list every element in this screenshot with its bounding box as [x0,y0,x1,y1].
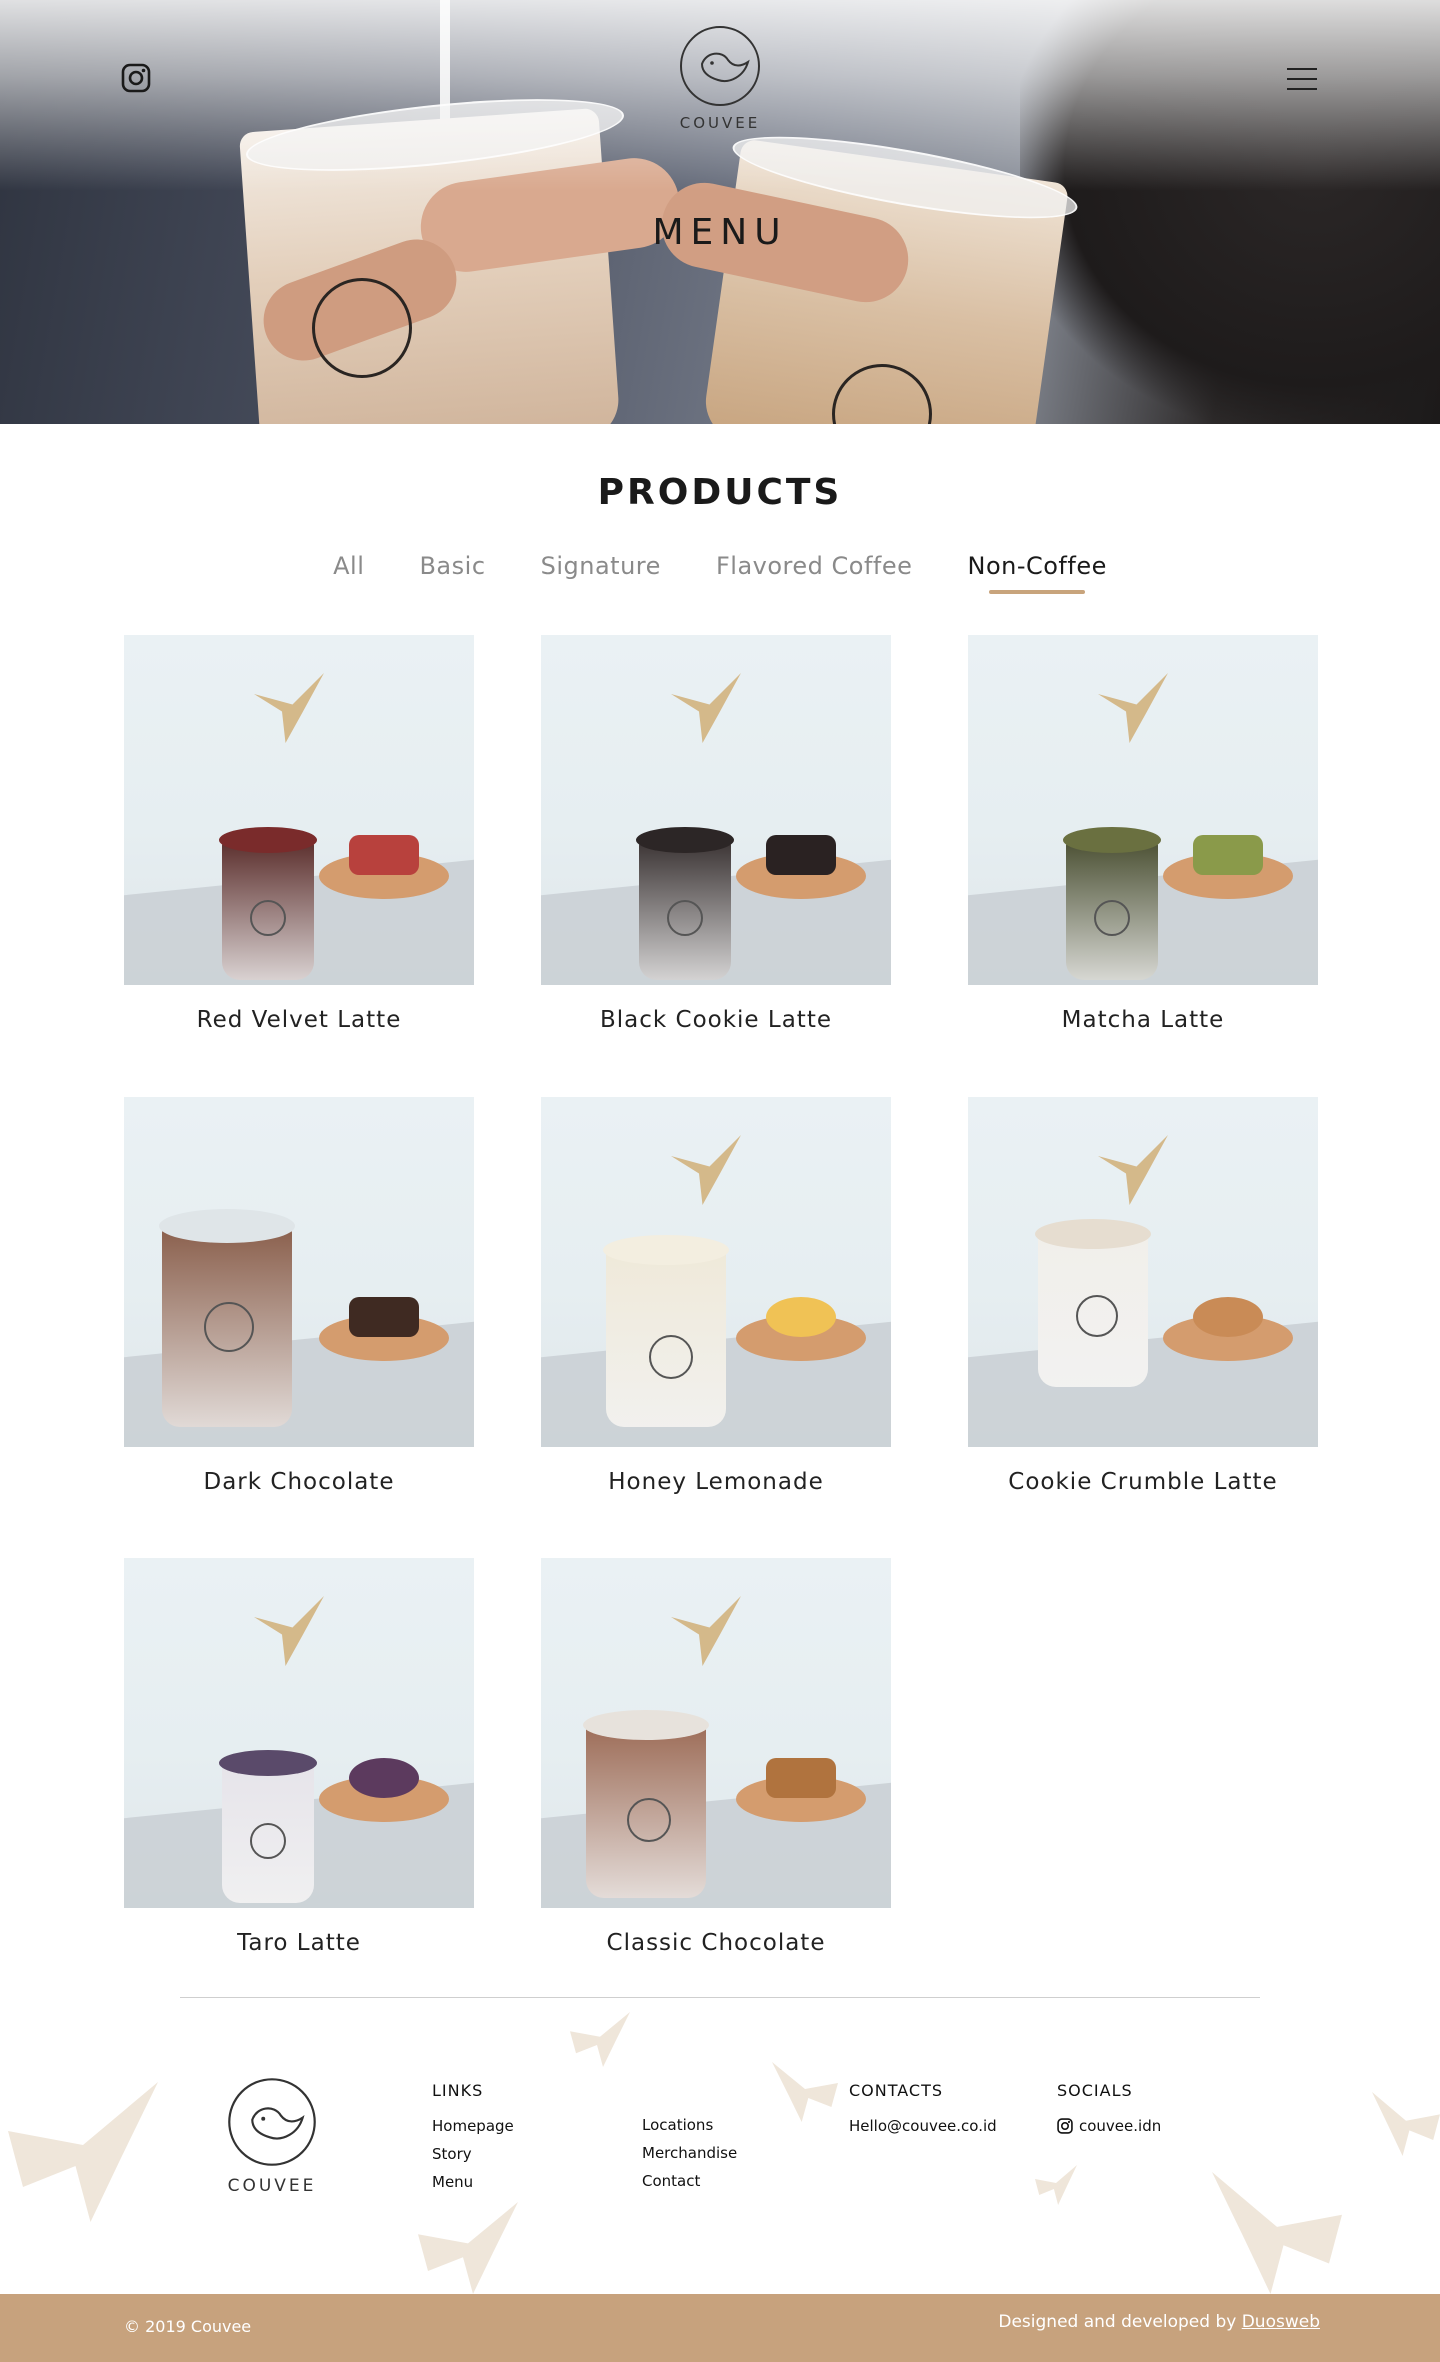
instagram-icon[interactable] [121,63,151,93]
product-card[interactable]: Red Velvet Latte [124,635,474,1033]
footer-link-contact[interactable]: Contact [642,2167,737,2195]
footer-wordmark: COUVEE [227,2176,317,2196]
instagram-icon [1057,2118,1073,2134]
tab-all[interactable]: All [333,552,364,580]
brand-wordmark: COUVEE [679,114,761,132]
origami-crane-decoration [8,2082,158,2222]
bird-logo-icon [228,2078,316,2166]
product-card[interactable]: Cookie Crumble Latte [968,1097,1318,1495]
product-name: Red Velvet Latte [196,1007,402,1033]
product-photo [541,1558,891,1908]
category-tabs: All Basic Signature Flavored Coffee Non-… [0,552,1440,594]
page-title: MENU [652,212,788,253]
product-photo [124,1558,474,1908]
product-photo [541,635,891,985]
footer-links-heading: LINKS [432,2081,484,2100]
tab-non-coffee[interactable]: Non-Coffee [967,552,1106,594]
product-card[interactable]: Classic Chocolate [541,1558,891,1956]
tab-signature[interactable]: Signature [541,552,661,580]
product-card[interactable]: Matcha Latte [968,635,1318,1033]
hero-banner: COUVEE MENU [0,0,1440,424]
origami-crane-decoration [418,2202,518,2294]
product-photo [968,635,1318,985]
hamburger-menu-icon[interactable] [1287,68,1317,90]
product-photo [968,1097,1318,1447]
footer-link-locations[interactable]: Locations [642,2111,737,2139]
product-name: Classic Chocolate [606,1930,826,1956]
product-photo [541,1097,891,1447]
footer-links-column: LINKS Homepage Story Menu [432,2081,514,2196]
footer-contacts-heading: CONTACTS [849,2081,944,2100]
footer-logo[interactable]: COUVEE [224,2076,320,2196]
credit-text: Designed and developed by Duosweb [998,2312,1320,2332]
product-photo [124,635,474,985]
product-name: Taro Latte [237,1930,361,1956]
products-heading: PRODUCTS [597,472,843,513]
footer-link-story[interactable]: Story [432,2140,514,2168]
credit-prefix: Designed and developed by [998,2312,1237,2332]
footer-socials-column: SOCIALS couvee.idn [1057,2081,1161,2140]
product-photo [124,1097,474,1447]
footer-bar: © 2019 Couvee Designed and developed by … [0,2294,1440,2362]
instagram-handle: couvee.idn [1079,2117,1162,2135]
footer-links-column-2: Locations Merchandise Contact [642,2111,737,2195]
origami-crane-decoration [1212,2172,1342,2294]
product-name: Cookie Crumble Latte [1008,1469,1278,1495]
copyright-text: © 2019 Couvee [124,2317,252,2336]
footer-socials-heading: SOCIALS [1057,2081,1133,2100]
credit-link[interactable]: Duosweb [1242,2312,1320,2332]
brand-logo[interactable]: COUVEE [670,24,770,132]
footer-divider [180,1997,1260,1998]
footer-link-merchandise[interactable]: Merchandise [642,2139,737,2167]
product-name: Dark Chocolate [203,1469,395,1495]
tab-basic[interactable]: Basic [419,552,485,580]
bird-logo-icon [680,26,760,106]
origami-crane-decoration [570,2012,630,2067]
product-card[interactable]: Black Cookie Latte [541,635,891,1033]
product-card[interactable]: Honey Lemonade [541,1097,891,1495]
product-name: Matcha Latte [1061,1007,1225,1033]
origami-crane-decoration [772,2062,838,2122]
product-card[interactable]: Dark Chocolate [124,1097,474,1495]
origami-crane-decoration [1372,2092,1440,2156]
product-name: Honey Lemonade [608,1469,824,1495]
footer-email-link[interactable]: Hello@couvee.co.id [849,2112,997,2140]
origami-crane-decoration [1035,2165,1077,2205]
footer-instagram-link[interactable]: couvee.idn [1057,2112,1161,2140]
footer-link-menu[interactable]: Menu [432,2168,514,2196]
footer-link-homepage[interactable]: Homepage [432,2112,514,2140]
tab-flavored-coffee[interactable]: Flavored Coffee [716,552,912,580]
footer-contacts-column: CONTACTS Hello@couvee.co.id [849,2081,997,2140]
product-card[interactable]: Taro Latte [124,1558,474,1956]
product-name: Black Cookie Latte [599,1007,832,1033]
